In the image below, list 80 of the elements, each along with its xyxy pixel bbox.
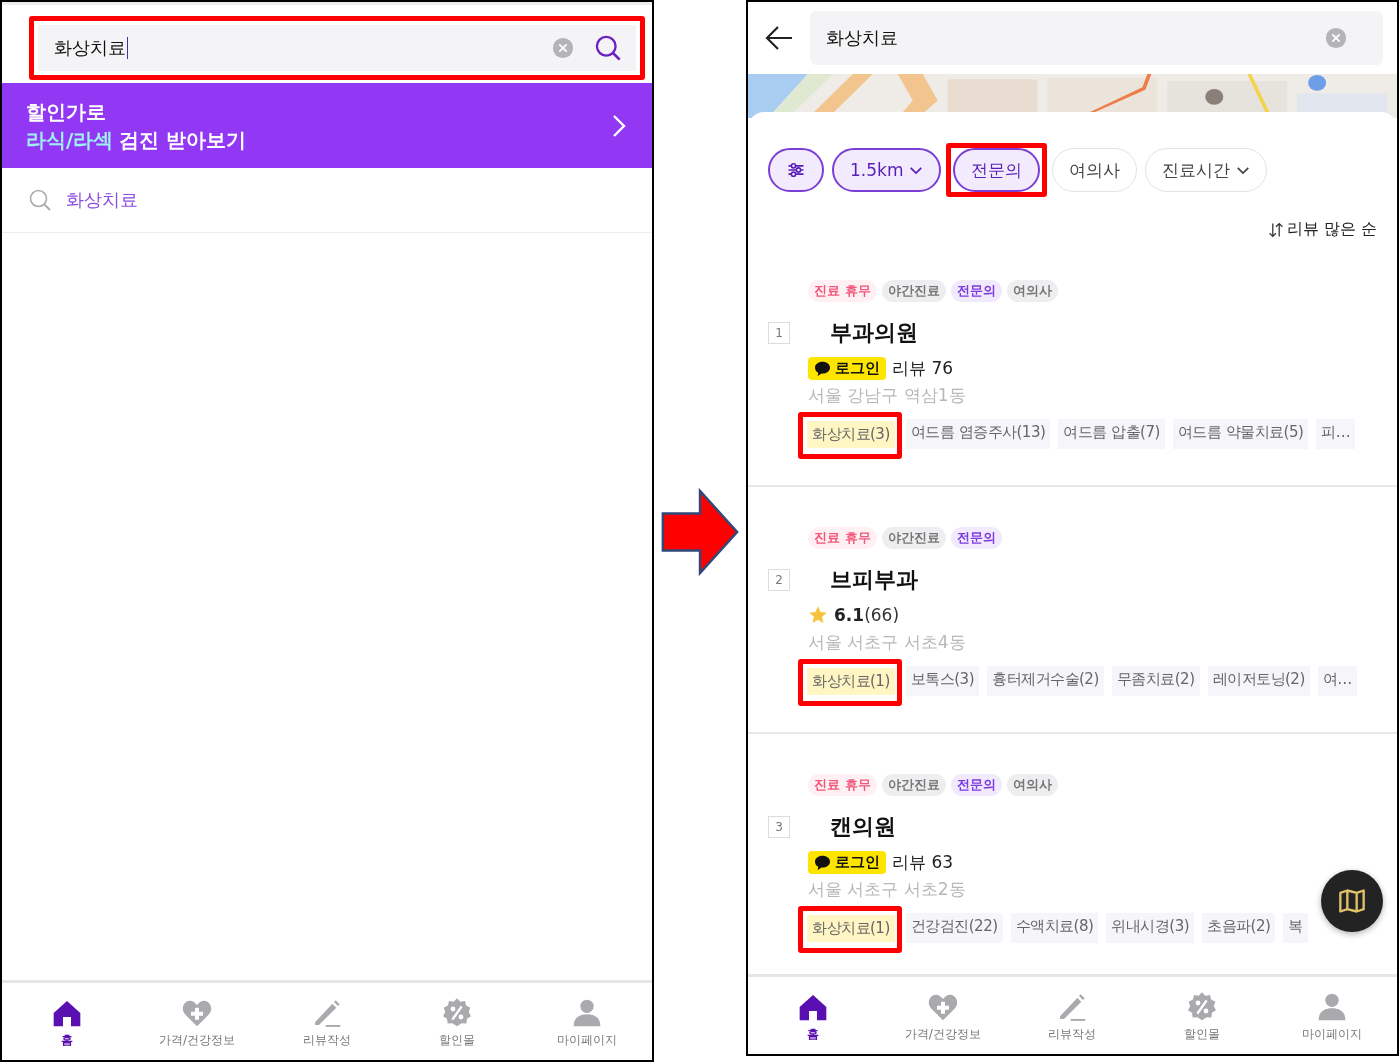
treatment-tag[interactable]: 여드름 약물치료(5) [1172, 419, 1309, 449]
rank-number: 3 [768, 816, 790, 838]
treatment-tag[interactable]: 무좀치료(2) [1111, 666, 1200, 696]
treatment-tag[interactable]: 여드름 압출(7) [1058, 419, 1165, 449]
clinic-name[interactable]: 브피부과 [830, 565, 918, 595]
nav-tab[interactable]: 할인몰 [1137, 977, 1268, 1054]
clinic-name[interactable]: 부과의원 [830, 318, 918, 348]
nav-tab[interactable]: 홈 [748, 977, 878, 1054]
banner-highlight: 라식/라섹 [26, 126, 114, 154]
rank-number: 2 [768, 569, 790, 591]
status-tag: 진료 휴무 [808, 280, 877, 302]
chevron-right-icon [612, 113, 626, 138]
status-tag: 전문의 [950, 527, 1002, 549]
chevron-down-icon [909, 165, 924, 175]
status-tag: 진료 휴무 [808, 774, 877, 796]
filter-button[interactable] [768, 148, 824, 192]
map-icon [1338, 888, 1366, 914]
treatment-tag[interactable]: 화상치료(3) [807, 421, 895, 448]
star-icon [808, 605, 828, 625]
treatment-tag[interactable]: 복 [1283, 913, 1308, 943]
treatment-tag[interactable]: 초음파(2) [1202, 913, 1276, 943]
sort-button[interactable]: 리뷰 많은 순 [1267, 219, 1377, 240]
search-field[interactable]: 화상치료 [38, 25, 636, 71]
nav-tab[interactable]: 마이페이지 [1267, 977, 1397, 1054]
review-count: 리뷰 63 [892, 850, 954, 874]
back-arrow-icon[interactable] [764, 25, 794, 51]
status-tag: 야간진료 [881, 774, 946, 796]
nav-tab[interactable]: 리뷰작성 [262, 983, 392, 1060]
suggestion-item[interactable]: 화상치료 [66, 188, 138, 212]
speech-bubble-icon [814, 360, 831, 376]
treatment-tag[interactable]: 수액치료(8) [1010, 913, 1099, 943]
nav-tab[interactable]: 가격/건강정보 [132, 983, 262, 1060]
status-tag: 야간진료 [881, 527, 946, 549]
rating-count: (66) [864, 605, 900, 625]
treatment-tag[interactable]: 건강검진(22) [905, 913, 1003, 943]
clinic-address: 서울 서초구 서초2동 [808, 878, 967, 901]
treatment-tag[interactable]: 흉터제거수술(2) [987, 666, 1104, 696]
filter-chip[interactable]: 전문의 [953, 148, 1041, 192]
clinic-name[interactable]: 캔의원 [830, 812, 896, 842]
banner-title: 할인가로 [26, 98, 107, 126]
promo-banner[interactable]: 할인가로 라식/라섹 검진 받아보기 [2, 83, 652, 168]
nav-tab[interactable]: 홈 [2, 983, 132, 1060]
status-tag: 야간진료 [881, 280, 946, 302]
percent-badge-icon [1186, 991, 1219, 1023]
review-count: 리뷰 76 [892, 356, 954, 380]
status-tag: 진료 휴무 [808, 527, 877, 549]
banner-subtitle: 검진 받아보기 [119, 126, 247, 154]
treatment-tag[interactable]: 피… [1316, 419, 1356, 449]
treatment-tag[interactable]: 화상치료(1) [807, 668, 895, 695]
login-badge[interactable]: 로그인 [808, 356, 886, 380]
treatment-tag[interactable]: 보톡스(3) [905, 666, 979, 696]
speech-bubble-icon [814, 854, 831, 870]
nav-tab[interactable]: 리뷰작성 [1007, 977, 1138, 1054]
treatment-tag[interactable]: 여… [1317, 666, 1357, 696]
status-tag: 여의사 [1006, 280, 1058, 302]
treatment-tag[interactable]: 여드름 염증주사(13) [905, 419, 1051, 449]
sliders-icon [786, 160, 806, 180]
clinic-address: 서울 강남구 역삼1동 [808, 384, 967, 407]
nav-tab[interactable]: 마이페이지 [522, 983, 652, 1060]
nav-tab[interactable]: 할인몰 [392, 983, 522, 1060]
person-icon [571, 997, 603, 1029]
status-tag: 전문의 [950, 774, 1002, 796]
status-tag: 전문의 [950, 280, 1002, 302]
sort-icon [1267, 221, 1284, 238]
text-cursor [127, 37, 128, 59]
percent-badge-icon [441, 997, 473, 1029]
search-field[interactable]: 화상치료 [810, 11, 1383, 65]
treatment-tag[interactable]: 레이저토닝(2) [1207, 666, 1310, 696]
treatment-tag[interactable]: 위내시경(3) [1106, 913, 1195, 943]
search-icon [28, 188, 52, 212]
rating-score: 6.1 [834, 605, 865, 625]
rank-number: 1 [768, 322, 790, 344]
clinic-address: 서울 서초구 서초4동 [808, 631, 967, 654]
filter-chip[interactable]: 1.5km [832, 148, 942, 192]
search-icon[interactable] [594, 34, 622, 62]
treatment-tag[interactable]: 화상치료(1) [807, 915, 895, 942]
nav-tab[interactable]: 가격/건강정보 [877, 977, 1008, 1054]
chevron-down-icon [1236, 165, 1251, 175]
status-tag: 여의사 [1006, 774, 1058, 796]
login-badge[interactable]: 로그인 [808, 850, 886, 874]
